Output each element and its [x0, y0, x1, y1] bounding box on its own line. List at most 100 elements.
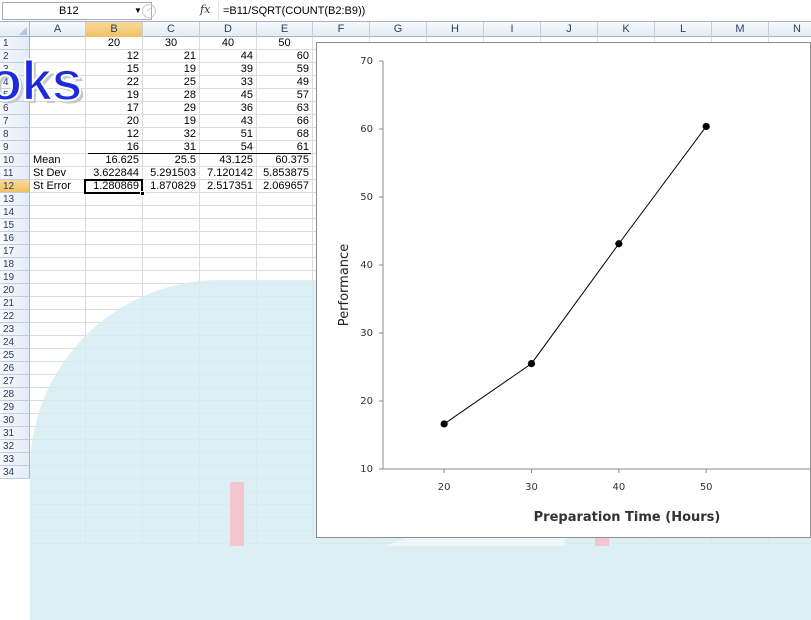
cell-value[interactable]: 39: [200, 63, 256, 76]
row-header-32[interactable]: 32: [0, 440, 30, 453]
cell-value[interactable]: 2.517351: [200, 180, 256, 193]
cell-value[interactable]: 19: [143, 63, 199, 76]
cell-value[interactable]: 25.5: [143, 154, 199, 167]
cell-value[interactable]: 44: [200, 50, 256, 63]
cell-value[interactable]: 3.622844: [86, 167, 142, 180]
cell-header[interactable]: 20: [86, 37, 142, 50]
row-header-30[interactable]: 30: [0, 414, 30, 427]
cell-label[interactable]: Mean: [30, 154, 85, 167]
cell-value[interactable]: 5.291503: [143, 167, 199, 180]
column-header-i[interactable]: I: [484, 22, 541, 37]
row-header-22[interactable]: 22: [0, 310, 30, 323]
row-header-31[interactable]: 31: [0, 427, 30, 440]
insert-function-icon[interactable]: fx: [200, 3, 210, 16]
column-header-m[interactable]: M: [712, 22, 769, 37]
cell-value[interactable]: 15: [86, 63, 142, 76]
cell-value[interactable]: 25: [143, 76, 199, 89]
cell-value[interactable]: 16.625: [86, 154, 142, 167]
name-box-dropdown-icon[interactable]: ▼: [134, 6, 142, 15]
cell-label[interactable]: St Error: [30, 180, 85, 193]
cell-value[interactable]: 66: [257, 115, 312, 128]
column-header-b[interactable]: B: [86, 22, 143, 37]
cell-value[interactable]: 2.069657: [257, 180, 312, 193]
cell-value[interactable]: 63: [257, 102, 312, 115]
row-header-29[interactable]: 29: [0, 401, 30, 414]
cell-header[interactable]: 30: [143, 37, 199, 50]
cell-value[interactable]: 28: [143, 89, 199, 102]
cell-value[interactable]: 68: [257, 128, 312, 141]
row-header-16[interactable]: 16: [0, 232, 30, 245]
row-header-23[interactable]: 23: [0, 323, 30, 336]
row-header-26[interactable]: 26: [0, 362, 30, 375]
cell-value[interactable]: 19: [86, 89, 142, 102]
cell-value[interactable]: 60.375: [257, 154, 312, 167]
cell-value[interactable]: 45: [200, 89, 256, 102]
row-header-11[interactable]: 11: [0, 167, 30, 180]
cell-value[interactable]: 22: [86, 76, 142, 89]
cell-value[interactable]: 20: [86, 115, 142, 128]
column-header-k[interactable]: K: [598, 22, 655, 37]
row-header-18[interactable]: 18: [0, 258, 30, 271]
data-point: [615, 240, 623, 248]
cell-value[interactable]: 19: [143, 115, 199, 128]
row-header-28[interactable]: 28: [0, 388, 30, 401]
cell-value[interactable]: 57: [257, 89, 312, 102]
column-header-e[interactable]: E: [257, 22, 313, 37]
cell-value[interactable]: 17: [86, 102, 142, 115]
cell-value[interactable]: 43: [200, 115, 256, 128]
cell-value[interactable]: 59: [257, 63, 312, 76]
cell-value[interactable]: 5.853875: [257, 167, 312, 180]
y-tick-label: 50: [360, 192, 373, 203]
row-header-8[interactable]: 8: [0, 128, 30, 141]
cell-header[interactable]: 50: [257, 37, 312, 50]
cell-value[interactable]: 32: [143, 128, 199, 141]
cell-value[interactable]: 21: [143, 50, 199, 63]
row-header-12[interactable]: 12: [0, 180, 30, 193]
select-all-button[interactable]: [0, 22, 30, 37]
row-header-17[interactable]: 17: [0, 245, 30, 258]
cell-value[interactable]: 1.280869: [86, 180, 142, 193]
row-header-15[interactable]: 15: [0, 219, 30, 232]
cancel-icon[interactable]: ◜: [142, 4, 156, 18]
row-header-19[interactable]: 19: [0, 271, 30, 284]
cell-value[interactable]: 12: [86, 128, 142, 141]
row-header-14[interactable]: 14: [0, 206, 30, 219]
cell-value[interactable]: 43.125: [200, 154, 256, 167]
watermark-text: oks: [0, 48, 83, 113]
row-header-25[interactable]: 25: [0, 349, 30, 362]
row-header-33[interactable]: 33: [0, 453, 30, 466]
column-header-f[interactable]: F: [313, 22, 370, 37]
cell-value[interactable]: 12: [86, 50, 142, 63]
cell-value[interactable]: 33: [200, 76, 256, 89]
column-header-n[interactable]: N: [769, 22, 811, 37]
row-header-7[interactable]: 7: [0, 115, 30, 128]
row-header-20[interactable]: 20: [0, 284, 30, 297]
cell-header[interactable]: 40: [200, 37, 256, 50]
cell-value[interactable]: 36: [200, 102, 256, 115]
row-header-13[interactable]: 13: [0, 193, 30, 206]
name-box[interactable]: B12 ▼: [2, 2, 152, 20]
formula-input[interactable]: =B11/SQRT(COUNT(B2:B9)): [218, 2, 808, 20]
data-point: [702, 122, 710, 131]
cell-label[interactable]: St Dev: [30, 167, 85, 180]
column-header-g[interactable]: G: [370, 22, 427, 37]
row-header-34[interactable]: 34: [0, 466, 30, 479]
column-header-j[interactable]: J: [541, 22, 598, 37]
chart-area[interactable]: 10 20 30 40 50 60 70 20 30 40 50 Preparation Time (…: [316, 42, 811, 538]
cell-value[interactable]: 60: [257, 50, 312, 63]
cell-value[interactable]: 7.120142: [200, 167, 256, 180]
column-header-h[interactable]: H: [427, 22, 484, 37]
column-header-l[interactable]: L: [655, 22, 712, 37]
row-header-21[interactable]: 21: [0, 297, 30, 310]
cell-value[interactable]: 49: [257, 76, 312, 89]
column-header-a[interactable]: A: [30, 22, 86, 37]
cell-value[interactable]: 29: [143, 102, 199, 115]
cell-value[interactable]: 1.870829: [143, 180, 199, 193]
row-header-10[interactable]: 10: [0, 154, 30, 167]
row-header-9[interactable]: 9: [0, 141, 30, 154]
cell-value[interactable]: 51: [200, 128, 256, 141]
row-header-27[interactable]: 27: [0, 375, 30, 388]
row-header-24[interactable]: 24: [0, 336, 30, 349]
column-header-d[interactable]: D: [200, 22, 257, 37]
column-header-c[interactable]: C: [143, 22, 200, 37]
